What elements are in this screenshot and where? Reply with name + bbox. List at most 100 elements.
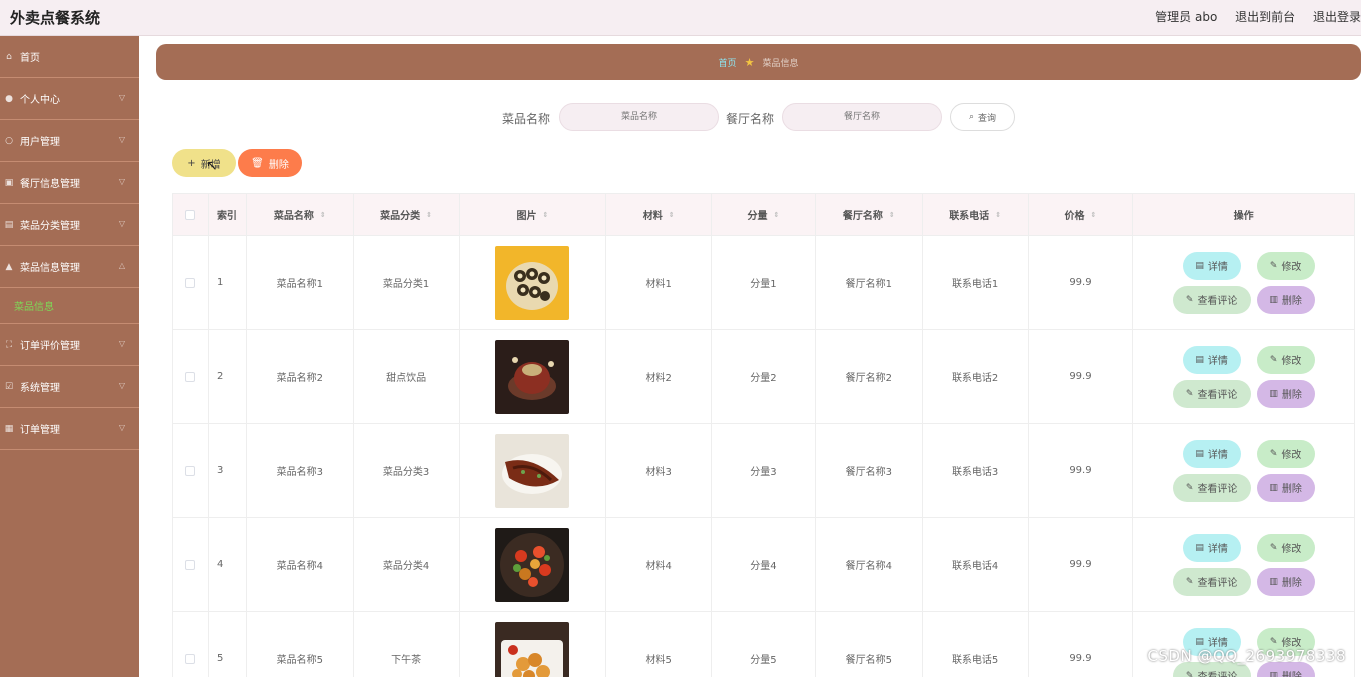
sidebar-item-orders[interactable]: ▦ 订单管理 ▽ [0, 408, 139, 450]
view-comments-button[interactable]: ✎查看评论 [1172, 473, 1251, 502]
dish-image[interactable] [495, 621, 570, 677]
header-label: 菜品名称 [273, 211, 314, 222]
table-row: 3 菜品名称3 菜品分类3 材料3 分量3 餐厅名称3 联系电话3 99.9 ▤… [173, 424, 1354, 518]
header-material[interactable]: 材料 ⇕ [606, 194, 713, 235]
batch-delete-button[interactable]: 🗑 删除 [238, 149, 302, 177]
cell-dish-name: 菜品名称5 [247, 612, 354, 677]
cell-price: 99.9 [1029, 424, 1134, 517]
detail-button[interactable]: ▤ 详情 [1182, 345, 1241, 374]
delete-button[interactable]: ▥删除 [1256, 379, 1315, 408]
edit-icon: ✎ [1185, 388, 1194, 399]
breadcrumb-home[interactable]: 首页 [719, 56, 737, 69]
edit-button[interactable]: ✎ 修改 [1256, 533, 1315, 562]
sidebar-item-users[interactable]: ○ 用户管理 ▽ [0, 120, 139, 162]
sort-icon[interactable]: ⇕ [889, 211, 895, 219]
edit-button[interactable]: ✎ 修改 [1256, 251, 1315, 280]
row-checkbox[interactable] [185, 465, 196, 476]
view-comments-button[interactable]: ✎查看评论 [1172, 379, 1251, 408]
header-price[interactable]: 价格 ⇕ [1029, 194, 1134, 235]
add-button[interactable]: + 新增 [172, 149, 236, 177]
detail-button[interactable]: ▤ 详情 [1182, 533, 1241, 562]
cell-actions: ▤详情 ✎修改 ✎查看评论 ▥删除 [1133, 236, 1354, 329]
current-user[interactable]: 管理员 abo [1155, 10, 1217, 24]
sort-icon[interactable]: ⇕ [320, 211, 326, 219]
edit-label: 修改 [1281, 262, 1302, 273]
chevron-down-icon: ▽ [118, 423, 125, 432]
cell-price: 99.9 [1029, 518, 1134, 611]
sidebar-item-review[interactable]: ⛶ 订单评价管理 ▽ [0, 324, 139, 366]
cell-image [460, 518, 607, 611]
cell-restaurant: 餐厅名称1 [816, 236, 923, 329]
row-actions: ▤详情 ✎修改 ✎查看评论 ▥删除 [1172, 439, 1315, 502]
header-dish-name[interactable]: 菜品名称 ⇕ [247, 194, 354, 235]
dish-image[interactable] [495, 527, 570, 602]
detail-button[interactable]: ▤ 详情 [1182, 251, 1241, 280]
header-image[interactable]: 图片 ⇕ [460, 194, 607, 235]
cell-price: 99.9 [1029, 612, 1134, 677]
sidebar-item-system[interactable]: ☑ 系统管理 ▽ [0, 366, 139, 408]
cell-price: 99.9 [1029, 236, 1134, 329]
view-comments-button[interactable]: ✎查看评论 [1172, 285, 1251, 314]
sidebar-item-restaurant[interactable]: ▣ 餐厅信息管理 ▽ [0, 162, 139, 204]
edit-button[interactable]: ✎ 修改 [1256, 439, 1315, 468]
sidebar-item-profile[interactable]: ● 个人中心 ▽ [0, 78, 139, 120]
dish-image[interactable] [495, 245, 570, 320]
sort-icon[interactable]: ⇕ [774, 211, 780, 219]
logout-link[interactable]: 退出登录 [1313, 10, 1361, 24]
sidebar-item-category[interactable]: ▤ 菜品分类管理 ▽ [0, 204, 139, 246]
edit-icon: ✎ [1185, 576, 1194, 587]
detail-button[interactable]: ▤ 详情 [1182, 439, 1241, 468]
view-comments-button[interactable]: ✎查看评论 [1172, 567, 1251, 596]
sort-icon[interactable]: ⇕ [542, 211, 548, 219]
delete-button[interactable]: ▥删除 [1256, 285, 1315, 314]
header-portion[interactable]: 分量 ⇕ [712, 194, 816, 235]
select-all-checkbox[interactable] [185, 209, 196, 220]
cell-material: 材料4 [606, 518, 713, 611]
cell-dish-name: 菜品名称4 [247, 518, 354, 611]
header-label: 索引 [216, 211, 237, 222]
cell-actions: ▤详情 ✎修改 ✎查看评论 ▥删除 [1133, 330, 1354, 423]
edit-button[interactable]: ✎ 修改 [1256, 345, 1315, 374]
trash-icon: ▥ [1269, 388, 1278, 399]
sort-icon[interactable]: ⇕ [995, 211, 1001, 219]
header-label: 材料 [642, 211, 663, 222]
cell-phone: 联系电话2 [923, 330, 1029, 423]
cell-portion: 分量5 [712, 612, 816, 677]
cell-category: 下午茶 [354, 612, 460, 677]
delete-button[interactable]: ▥删除 [1256, 473, 1315, 502]
sort-icon[interactable]: ⇕ [669, 211, 675, 219]
cell-category: 菜品分类4 [354, 518, 460, 611]
sidebar-item-dish[interactable]: ▲ 菜品信息管理 △ [0, 246, 139, 288]
cell-restaurant: 餐厅名称3 [816, 424, 923, 517]
delete-button[interactable]: ▥删除 [1256, 567, 1315, 596]
cell-actions: ▤详情 ✎修改 ✎查看评论 ▥删除 [1133, 518, 1354, 611]
sidebar-item-home[interactable]: ⌂ 首页 [0, 36, 139, 78]
restaurant-name-input[interactable] [782, 103, 942, 131]
row-checkbox[interactable] [185, 371, 196, 382]
dish-name-input[interactable] [559, 103, 719, 131]
sort-icon[interactable]: ⇕ [426, 211, 432, 219]
cell-portion: 分量2 [712, 330, 816, 423]
sort-icon[interactable]: ⇕ [1091, 211, 1097, 219]
cell-index: 4 [209, 518, 247, 611]
delete-label: 删除 [1281, 484, 1302, 495]
header-restaurant[interactable]: 餐厅名称 ⇕ [816, 194, 923, 235]
cell-image [460, 330, 607, 423]
comment-label: 查看评论 [1197, 668, 1237, 677]
row-checkbox[interactable] [185, 277, 196, 288]
dish-image[interactable] [495, 339, 570, 414]
edit-label: 修改 [1281, 450, 1302, 461]
back-to-front-link[interactable]: 退出到前台 [1235, 10, 1295, 24]
row-checkbox[interactable] [185, 559, 196, 570]
row-actions: ▤详情 ✎修改 ✎查看评论 ▥删除 [1172, 251, 1315, 314]
star-icon: ★ [744, 55, 755, 69]
edit-icon: ✎ [1269, 448, 1278, 459]
dish-image[interactable] [495, 433, 570, 508]
row-checkbox[interactable] [185, 653, 196, 664]
header-category[interactable]: 菜品分类 ⇕ [354, 194, 460, 235]
sidebar-subitem-dish-info[interactable]: 菜品信息 [0, 288, 139, 324]
header-phone[interactable]: 联系电话 ⇕ [923, 194, 1029, 235]
sidebar-item-label: 用户管理 [20, 137, 60, 148]
cell-category: 菜品分类1 [354, 236, 460, 329]
search-button[interactable]: ⌕ 查询 [950, 103, 1015, 131]
